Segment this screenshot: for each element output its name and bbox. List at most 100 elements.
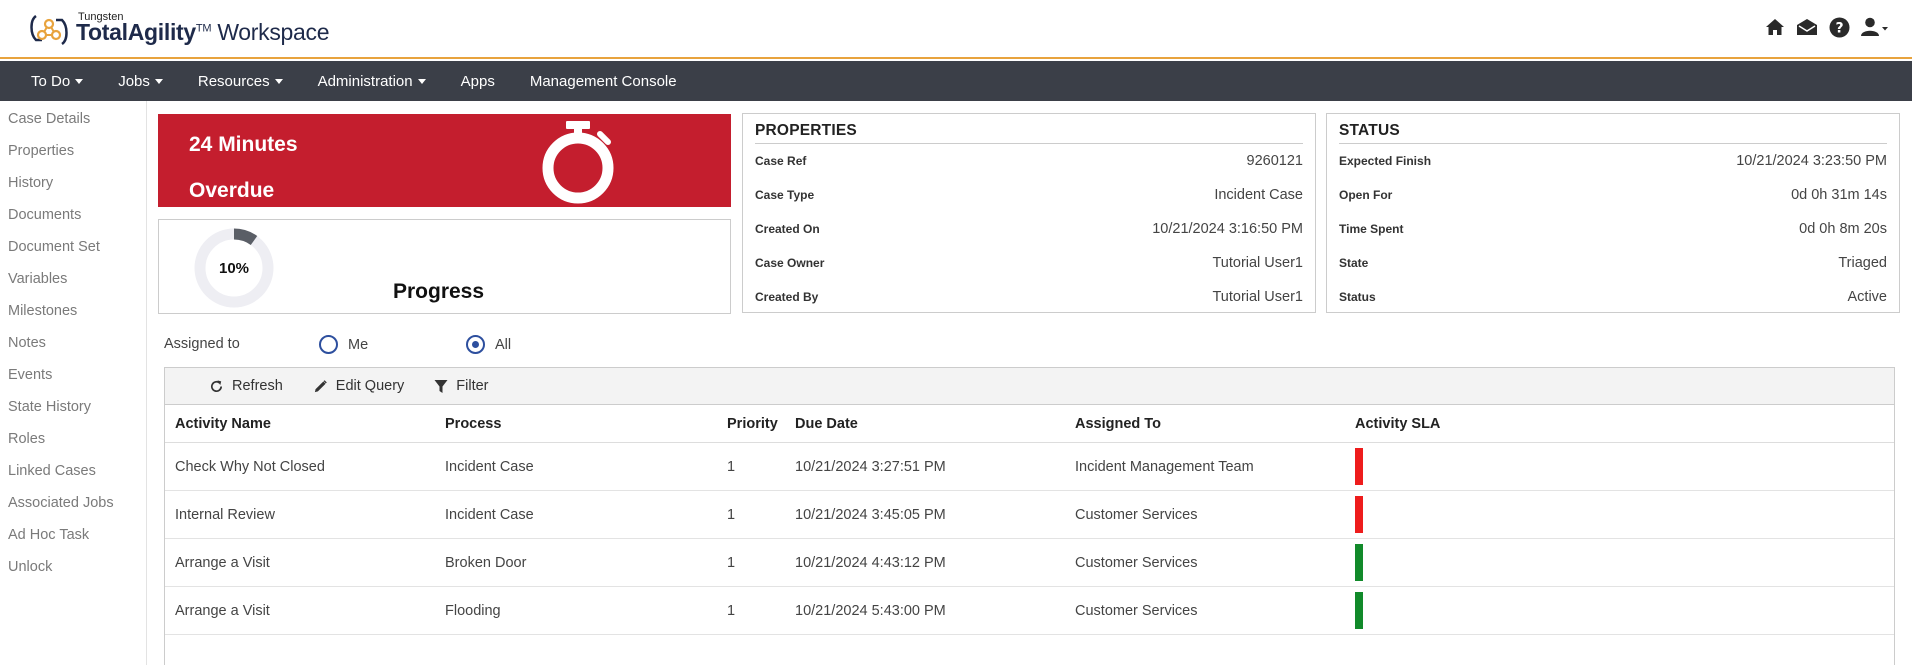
property-key: Case Ref <box>755 154 807 168</box>
column-header-assigned-to[interactable]: Assigned To <box>1075 416 1355 432</box>
filter-button[interactable]: Filter <box>434 378 489 394</box>
case-sidebar: Case Details Properties History Document… <box>0 101 147 665</box>
nav-administration-label: Administration <box>317 72 413 90</box>
sidebar-item-variables[interactable]: Variables <box>0 270 146 302</box>
edit-query-label: Edit Query <box>335 378 405 394</box>
sla-indicator <box>1355 496 1363 533</box>
nav-jobs-label: Jobs <box>118 72 150 90</box>
column-header-priority[interactable]: Priority <box>725 416 795 432</box>
nav-management-console[interactable]: Management Console <box>518 61 689 101</box>
cell-due-date: 10/21/2024 3:27:51 PM <box>795 458 946 475</box>
home-icon[interactable] <box>1764 16 1786 38</box>
cell-priority: 1 <box>727 554 736 571</box>
property-row-case-ref: Case Ref 9260121 <box>755 144 1303 178</box>
property-row-case-owner: Case Owner Tutorial User1 <box>755 246 1303 280</box>
sidebar-item-properties[interactable]: Properties <box>0 142 146 174</box>
column-header-activity-sla[interactable]: Activity SLA <box>1355 416 1555 432</box>
status-key: Open For <box>1339 188 1393 202</box>
sidebar-item-documents[interactable]: Documents <box>0 206 146 238</box>
properties-title: PROPERTIES <box>755 122 1303 144</box>
sidebar-item-history[interactable]: History <box>0 174 146 206</box>
radio-all-label: All <box>495 336 512 353</box>
nav-apps[interactable]: Apps <box>449 61 507 101</box>
property-key: Case Owner <box>755 256 825 270</box>
nav-todo-label: To Do <box>31 72 71 90</box>
filter-icon <box>434 379 448 393</box>
table-row[interactable]: Arrange a Visit Flooding 1 10/21/2024 5:… <box>165 587 1894 635</box>
property-key: Case Type <box>755 188 815 202</box>
totalagility-logo[interactable]: Tungsten TotalAgilityTM Workspace <box>28 8 330 52</box>
sidebar-item-ad-hoc-task[interactable]: Ad Hoc Task <box>0 526 146 558</box>
table-row[interactable]: Check Why Not Closed Incident Case 1 10/… <box>165 443 1894 491</box>
refresh-button[interactable]: Refresh <box>209 378 283 394</box>
status-value: 0d 0h 31m 14s <box>1791 187 1887 203</box>
cell-due-date: 10/21/2024 3:45:05 PM <box>795 506 946 523</box>
property-key: Created On <box>755 222 820 236</box>
status-key: Expected Finish <box>1339 154 1432 168</box>
status-value: 10/21/2024 3:23:50 PM <box>1736 153 1887 169</box>
status-title: STATUS <box>1339 122 1887 144</box>
sidebar-item-linked-cases[interactable]: Linked Cases <box>0 462 146 494</box>
edit-query-button[interactable]: Edit Query <box>313 378 405 394</box>
radio-me-label: Me <box>348 336 369 353</box>
radio-circle-selected[interactable] <box>466 335 485 354</box>
cell-activity-sla <box>1355 544 1555 581</box>
sidebar-item-events[interactable]: Events <box>0 366 146 398</box>
sidebar-item-document-set[interactable]: Document Set <box>0 238 146 270</box>
cell-activity-sla <box>1355 592 1555 629</box>
table-row[interactable]: Internal Review Incident Case 1 10/21/20… <box>165 491 1894 539</box>
product-title: TotalAgilityTM Workspace <box>76 18 330 46</box>
svg-text:?: ? <box>1835 20 1843 36</box>
radio-dot <box>472 341 479 348</box>
table-row[interactable]: Arrange a Visit Broken Door 1 10/21/2024… <box>165 539 1894 587</box>
nav-administration[interactable]: Administration <box>306 61 438 101</box>
cell-assigned-to: Customer Services <box>1075 602 1198 619</box>
nav-todo[interactable]: To Do <box>19 61 95 101</box>
mail-open-icon[interactable] <box>1796 16 1818 38</box>
column-header-activity-name[interactable]: Activity Name <box>165 416 445 432</box>
overdue-duration: 24 Minutes <box>189 133 298 156</box>
property-value: 10/21/2024 3:16:50 PM <box>1152 221 1303 237</box>
radio-circle[interactable] <box>319 335 338 354</box>
radio-assigned-me[interactable]: Me <box>319 335 368 354</box>
sidebar-item-case-details[interactable]: Case Details <box>0 110 146 142</box>
sidebar-item-state-history[interactable]: State History <box>0 398 146 430</box>
workspace-label: Workspace <box>217 18 330 45</box>
help-icon[interactable]: ? <box>1828 16 1850 38</box>
nav-resources-label: Resources <box>197 72 270 90</box>
status-key: Time Spent <box>1339 222 1404 236</box>
caret-down-icon <box>154 78 163 84</box>
sidebar-item-notes[interactable]: Notes <box>0 334 146 366</box>
sla-indicator <box>1355 592 1363 629</box>
stopwatch-icon <box>538 118 618 209</box>
property-row-case-type: Case Type Incident Case <box>755 178 1303 212</box>
sidebar-item-milestones[interactable]: Milestones <box>0 302 146 334</box>
cell-activity-name: Arrange a Visit <box>175 602 270 619</box>
nav-resources[interactable]: Resources <box>186 61 295 101</box>
cell-activity-name: Check Why Not Closed <box>175 458 325 475</box>
activities-grid: Refresh Edit Query Filter Activity Name … <box>164 367 1895 665</box>
cell-priority: 1 <box>727 506 736 523</box>
brand-name: Tungsten <box>78 10 124 23</box>
sidebar-item-roles[interactable]: Roles <box>0 430 146 462</box>
property-key: Created By <box>755 290 819 304</box>
nav-jobs[interactable]: Jobs <box>106 61 175 101</box>
cell-process: Incident Case <box>445 458 534 475</box>
trademark: TM <box>195 21 212 34</box>
cell-assigned-to: Customer Services <box>1075 554 1198 571</box>
cell-process: Broken Door <box>445 554 527 571</box>
property-value: Tutorial User1 <box>1212 255 1303 271</box>
column-header-process[interactable]: Process <box>445 416 725 432</box>
pencil-icon <box>314 379 327 392</box>
caret-down-icon <box>417 78 426 84</box>
column-header-due-date[interactable]: Due Date <box>795 416 1075 432</box>
sidebar-item-associated-jobs[interactable]: Associated Jobs <box>0 494 146 526</box>
status-value: 0d 0h 8m 20s <box>1799 221 1887 237</box>
sidebar-item-unlock[interactable]: Unlock <box>0 558 146 590</box>
status-row-state: State Triaged <box>1339 246 1887 280</box>
status-value: Active <box>1847 289 1888 305</box>
caret-down-icon <box>75 78 84 84</box>
progress-percent: 10% <box>218 259 250 277</box>
radio-assigned-all[interactable]: All <box>466 335 511 354</box>
user-menu-icon[interactable] <box>1860 16 1890 38</box>
